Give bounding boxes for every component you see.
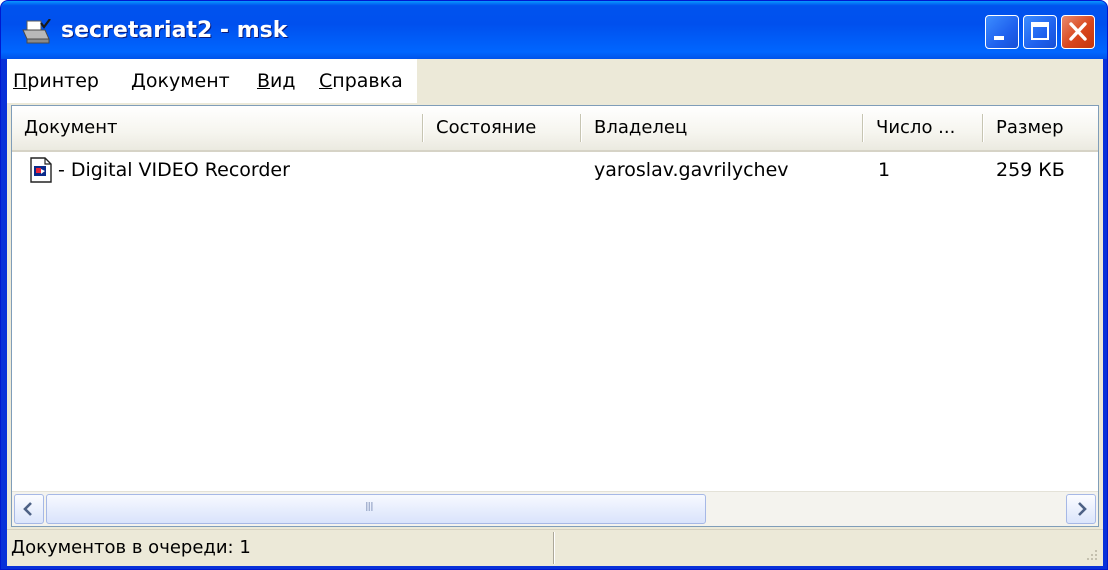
status-bar: Документов в очереди: 1 [7,529,1103,566]
minimize-icon [994,36,1004,40]
column-header-document[interactable]: Документ [12,106,424,150]
print-queue-list[interactable]: Документ Состояние Владелец Число ... Ра… [11,105,1099,527]
close-button[interactable] [1061,15,1095,49]
chevron-left-icon [23,502,32,516]
job-owner: yaroslav.gavrilychev [594,159,789,181]
resize-grip-icon[interactable] [1081,544,1099,562]
scroll-grip: III [365,500,374,514]
list-header: Документ Состояние Владелец Число ... Ра… [12,106,1098,152]
printer-icon [21,18,51,47]
horizontal-scrollbar[interactable]: III [12,491,1098,526]
client-area: Принтер Документ Вид Справка Документ Со… [7,59,1103,566]
menu-help[interactable]: Справка [319,70,403,92]
column-header-size[interactable]: Размер [984,106,1098,150]
title-bar[interactable]: secretariat2 - msk [1,1,1107,59]
queue-count-status: Документов в очереди: 1 [11,537,251,558]
column-header-status[interactable]: Состояние [424,106,582,150]
menu-bar: Принтер Документ Вид Справка [7,59,1103,103]
column-divider[interactable] [580,114,581,142]
menu-items: Принтер Документ Вид Справка [7,59,417,103]
menu-printer[interactable]: Принтер [13,70,99,92]
menu-document[interactable]: Документ [131,70,230,92]
column-header-pages[interactable]: Число ... [864,106,984,150]
scroll-left-button[interactable] [14,494,44,524]
document-icon [30,157,52,183]
maximize-icon [1031,22,1049,40]
column-divider[interactable] [982,114,983,142]
job-document-name: - Digital VIDEO Recorder [58,159,290,181]
scroll-thumb[interactable]: III [46,494,706,524]
print-queue-window: secretariat2 - msk Принтер Документ Вид … [0,0,1108,570]
window-title: secretariat2 - msk [61,18,288,43]
job-size: 259 КБ [996,159,1065,181]
maximize-button[interactable] [1023,15,1057,49]
column-divider[interactable] [422,114,423,142]
close-icon [1069,22,1087,41]
job-pages: 1 [878,159,891,181]
chevron-right-icon [1078,502,1087,516]
status-divider [553,532,554,564]
table-row[interactable]: - Digital VIDEO Recorder yaroslav.gavril… [12,154,1098,188]
menu-view[interactable]: Вид [257,70,296,92]
column-header-owner[interactable]: Владелец [582,106,864,150]
column-divider[interactable] [862,114,863,142]
minimize-button[interactable] [985,15,1019,49]
scroll-right-button[interactable] [1066,494,1096,524]
